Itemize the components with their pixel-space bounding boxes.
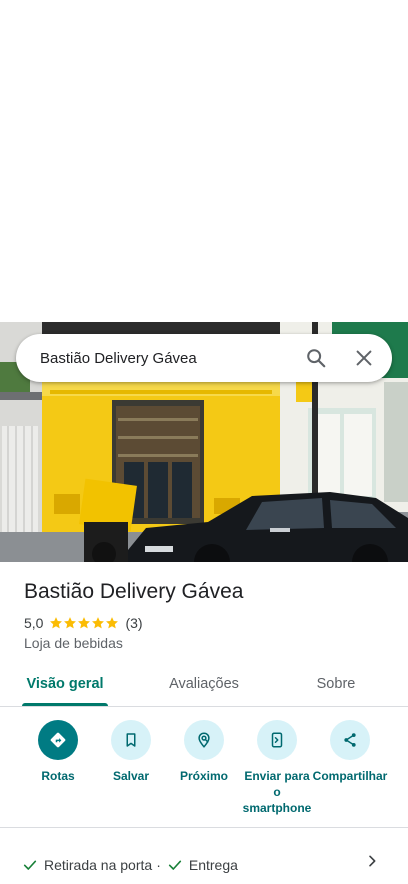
active-tab-indicator bbox=[22, 703, 108, 706]
directions-button-circle bbox=[38, 720, 78, 760]
service-options[interactable]: Retirada na porta · Entrega bbox=[22, 856, 238, 874]
service-separator: · bbox=[156, 857, 161, 873]
send-to-phone-label: Enviar para o smartphone bbox=[242, 769, 312, 815]
tab-overview[interactable]: Visão geral bbox=[22, 662, 108, 706]
check-icon bbox=[168, 860, 181, 870]
search-icon bbox=[307, 349, 326, 368]
tab-reviews[interactable]: Avaliações bbox=[158, 662, 250, 706]
nearby-button-circle bbox=[184, 720, 224, 760]
close-icon bbox=[356, 350, 372, 366]
tab-bar: Visão geral Avaliações Sobre bbox=[0, 662, 408, 707]
bookmark-icon bbox=[126, 733, 136, 747]
share-label: Compartilhar bbox=[312, 769, 388, 783]
rating-row[interactable]: 5,0 (3) bbox=[24, 614, 143, 632]
directions-icon bbox=[50, 732, 66, 748]
star-icon bbox=[78, 617, 91, 629]
service-delivery: Entrega bbox=[188, 857, 238, 873]
search-bar[interactable]: Bastião Delivery Gávea bbox=[16, 334, 392, 382]
share-button-circle bbox=[330, 720, 370, 760]
blank-map-area bbox=[0, 0, 408, 322]
rating-stars bbox=[49, 616, 119, 630]
action-buttons: Rotas Salvar Próximo Enviar para o smart… bbox=[0, 720, 408, 820]
star-icon bbox=[50, 617, 63, 629]
send-to-phone-button-circle bbox=[257, 720, 297, 760]
clear-button[interactable] bbox=[340, 334, 388, 382]
section-divider bbox=[0, 827, 408, 828]
place-category: Loja de bebidas bbox=[24, 635, 123, 651]
check-icon bbox=[23, 860, 37, 870]
star-icon bbox=[106, 617, 119, 629]
place-title: Bastião Delivery Gávea bbox=[24, 580, 244, 603]
directions-button[interactable]: Rotas bbox=[20, 720, 96, 784]
save-label: Salvar bbox=[112, 769, 150, 783]
rating-value: 5,0 bbox=[24, 615, 44, 631]
service-pickup: Retirada na porta bbox=[44, 857, 153, 873]
nearby-button[interactable]: Próximo bbox=[166, 720, 242, 784]
directions-label: Rotas bbox=[41, 769, 75, 783]
tab-about[interactable]: Sobre bbox=[306, 662, 366, 706]
share-button[interactable]: Compartilhar bbox=[312, 720, 388, 784]
star-icon bbox=[64, 617, 77, 629]
send-to-phone-icon bbox=[271, 732, 283, 748]
tab-about-label: Sobre bbox=[316, 676, 356, 692]
review-count[interactable]: (3) bbox=[125, 615, 142, 631]
star-icon bbox=[92, 617, 105, 629]
save-button-circle bbox=[111, 720, 151, 760]
chevron-right-icon[interactable] bbox=[364, 853, 380, 869]
nearby-icon bbox=[198, 732, 210, 748]
save-button[interactable]: Salvar bbox=[93, 720, 169, 784]
tab-overview-label: Visão geral bbox=[26, 676, 104, 692]
search-input[interactable]: Bastião Delivery Gávea bbox=[16, 350, 292, 367]
nearby-label: Próximo bbox=[179, 769, 228, 783]
share-icon bbox=[344, 733, 356, 747]
tab-reviews-label: Avaliações bbox=[169, 676, 239, 692]
search-button[interactable] bbox=[292, 334, 340, 382]
send-to-phone-button[interactable]: Enviar para o smartphone bbox=[239, 720, 315, 816]
